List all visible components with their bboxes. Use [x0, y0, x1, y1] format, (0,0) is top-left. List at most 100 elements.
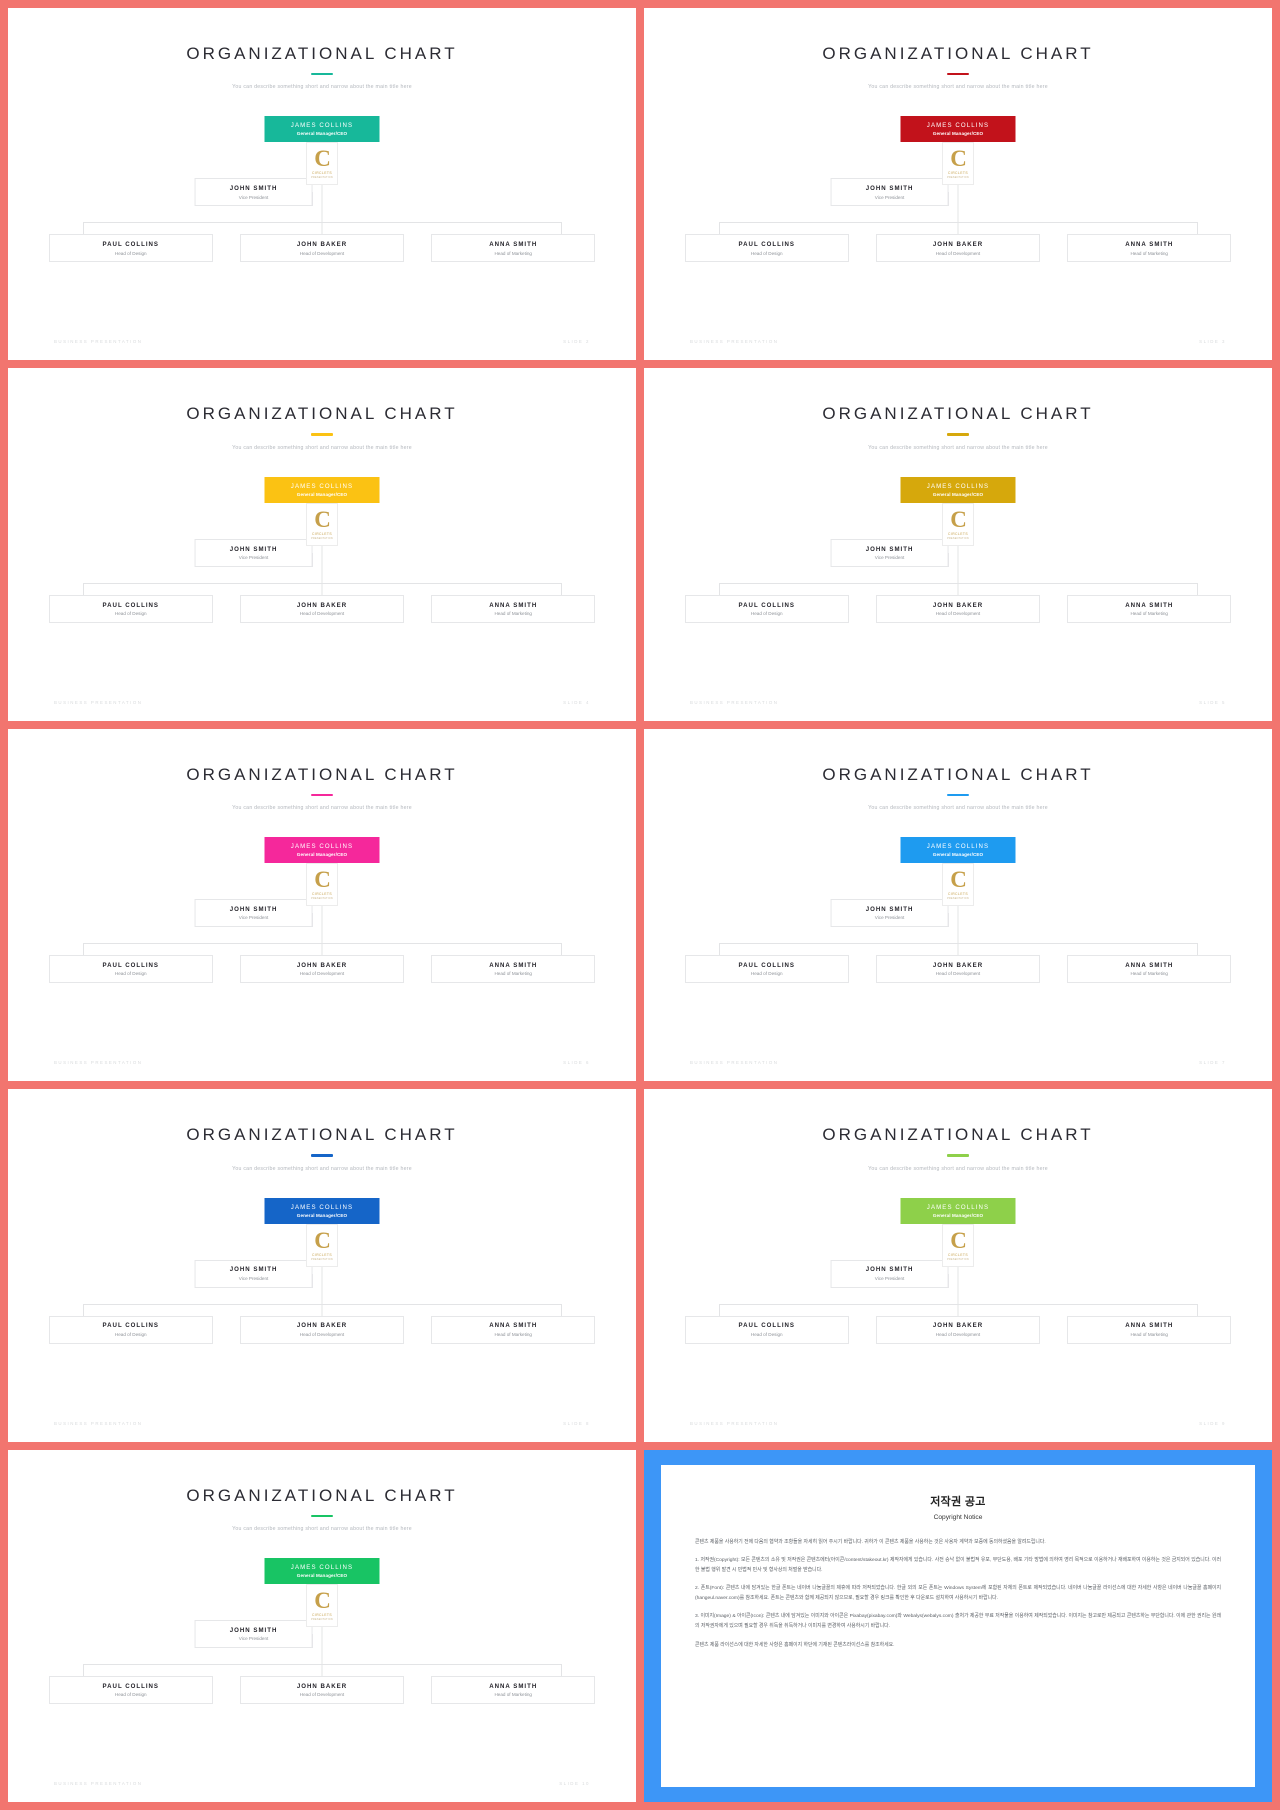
connector-branch-3: [1196, 222, 1198, 235]
org-node-report-1[interactable]: PAUL COLLINS Head of Design: [684, 1315, 849, 1344]
org-node-vp[interactable]: JOHN SMITH Vice President: [194, 538, 313, 567]
org-node-report-3[interactable]: ANNA SMITH Head of Marketing: [431, 955, 596, 984]
org-node-vp[interactable]: JOHN SMITH Vice President: [194, 1619, 313, 1648]
org-node-report-1[interactable]: PAUL COLLINS Head of Design: [684, 955, 849, 984]
org-node-vp-role: Vice President: [874, 555, 905, 561]
company-logo: C CIRCLETS PRESENTATION: [942, 1223, 974, 1267]
connector-branch-1: [83, 1303, 85, 1316]
slide-org-chart-1[interactable]: ORGANIZATIONAL CHART You can describe so…: [8, 8, 636, 361]
org-node-report-2[interactable]: JOHN BAKER Head of Development: [240, 1675, 404, 1704]
slide-thumbnail-grid: ORGANIZATIONAL CHART You can describe so…: [0, 0, 1280, 1810]
org-reports-row: PAUL COLLINS Head of Design JOHN BAKER H…: [8, 955, 636, 984]
org-node-report-1-role: Head of Design: [114, 1692, 147, 1698]
logo-line-2: PRESENTATION: [311, 176, 333, 180]
org-node-report-2-name: JOHN BAKER: [932, 241, 984, 249]
org-node-report-1[interactable]: PAUL COLLINS Head of Design: [48, 1675, 213, 1704]
org-node-report-2[interactable]: JOHN BAKER Head of Development: [876, 234, 1040, 263]
org-node-vp[interactable]: JOHN SMITH Vice President: [830, 178, 949, 207]
org-node-ceo[interactable]: JAMES COLLINS General Manager/CEO: [264, 476, 380, 503]
org-node-vp[interactable]: JOHN SMITH Vice President: [830, 538, 949, 567]
slide-org-chart-5[interactable]: ORGANIZATIONAL CHART You can describe so…: [8, 728, 636, 1082]
org-node-report-3-role: Head of Marketing: [1130, 971, 1168, 977]
org-node-report-2[interactable]: JOHN BAKER Head of Development: [876, 955, 1040, 984]
slide-copyright-notice[interactable]: 저작권 공고 Copyright Notice 콘텐츠 제품을 사용하기 전에 …: [644, 1449, 1272, 1802]
org-node-report-1[interactable]: PAUL COLLINS Head of Design: [48, 234, 213, 263]
slide-org-chart-2[interactable]: ORGANIZATIONAL CHART You can describe so…: [644, 8, 1272, 361]
org-node-report-2[interactable]: JOHN BAKER Head of Development: [240, 594, 404, 623]
org-node-report-2-name: JOHN BAKER: [932, 1322, 984, 1330]
org-node-ceo-role: General Manager/CEO: [932, 1212, 984, 1218]
page-title: ORGANIZATIONAL CHART: [186, 404, 458, 424]
org-node-report-2[interactable]: JOHN BAKER Head of Development: [240, 234, 404, 263]
slide-org-chart-8[interactable]: ORGANIZATIONAL CHART You can describe so…: [644, 1089, 1272, 1442]
org-node-report-1-name: PAUL COLLINS: [738, 241, 795, 249]
org-node-vp[interactable]: JOHN SMITH Vice President: [830, 899, 949, 928]
org-node-vp[interactable]: JOHN SMITH Vice President: [194, 1259, 313, 1288]
org-node-vp-role: Vice President: [238, 555, 269, 561]
org-node-report-2[interactable]: JOHN BAKER Head of Development: [876, 594, 1040, 623]
org-node-report-1-role: Head of Design: [750, 971, 783, 977]
org-node-vp[interactable]: JOHN SMITH Vice President: [830, 1259, 949, 1288]
org-node-ceo[interactable]: JAMES COLLINS General Manager/CEO: [264, 116, 380, 143]
org-node-report-3[interactable]: ANNA SMITH Head of Marketing: [1067, 594, 1232, 623]
org-node-report-3[interactable]: ANNA SMITH Head of Marketing: [1067, 234, 1232, 263]
connector-branch-1: [719, 222, 721, 235]
org-node-report-2-name: JOHN BAKER: [296, 1682, 348, 1690]
connector-branch-3: [1196, 1303, 1198, 1316]
org-node-report-1[interactable]: PAUL COLLINS Head of Design: [48, 594, 213, 623]
slide-org-chart-7[interactable]: ORGANIZATIONAL CHART You can describe so…: [8, 1089, 636, 1442]
logo-line-1: CIRCLETS: [948, 531, 968, 536]
connector-branch-1: [719, 943, 721, 956]
footer-left-label: BUSINESS PRESENTATION: [54, 1420, 143, 1426]
org-node-ceo[interactable]: JAMES COLLINS General Manager/CEO: [900, 1197, 1016, 1224]
org-node-report-3[interactable]: ANNA SMITH Head of Marketing: [431, 594, 596, 623]
org-node-report-1-name: PAUL COLLINS: [102, 961, 159, 969]
org-chart: JAMES COLLINS General Manager/CEO C CIRC…: [8, 90, 636, 270]
org-node-vp[interactable]: JOHN SMITH Vice President: [194, 178, 313, 207]
org-node-ceo[interactable]: JAMES COLLINS General Manager/CEO: [264, 1197, 380, 1224]
slide-org-chart-9[interactable]: ORGANIZATIONAL CHART You can describe so…: [8, 1449, 636, 1802]
org-node-ceo[interactable]: JAMES COLLINS General Manager/CEO: [900, 116, 1016, 143]
slide-org-chart-6[interactable]: ORGANIZATIONAL CHART You can describe so…: [644, 728, 1272, 1082]
title-accent-dash: [947, 433, 969, 436]
org-node-ceo[interactable]: JAMES COLLINS General Manager/CEO: [900, 476, 1016, 503]
org-node-vp-name: JOHN SMITH: [865, 185, 914, 193]
org-node-ceo[interactable]: JAMES COLLINS General Manager/CEO: [900, 837, 1016, 864]
slide-org-chart-4[interactable]: ORGANIZATIONAL CHART You can describe so…: [644, 368, 1272, 721]
org-node-vp-name: JOHN SMITH: [229, 1626, 278, 1634]
org-node-report-3-role: Head of Marketing: [494, 1692, 532, 1698]
org-node-report-2[interactable]: JOHN BAKER Head of Development: [240, 1315, 404, 1344]
org-node-report-3-name: ANNA SMITH: [489, 1322, 538, 1330]
logo-line-2: PRESENTATION: [947, 536, 969, 540]
org-chart: JAMES COLLINS General Manager/CEO C CIRC…: [8, 451, 636, 631]
logo-letter-c-icon: C: [314, 1588, 331, 1614]
connector-branch-2: [321, 582, 323, 595]
org-node-report-3[interactable]: ANNA SMITH Head of Marketing: [431, 1675, 596, 1704]
org-node-report-3[interactable]: ANNA SMITH Head of Marketing: [431, 234, 596, 263]
org-node-report-2[interactable]: JOHN BAKER Head of Development: [876, 1315, 1040, 1344]
org-node-ceo[interactable]: JAMES COLLINS General Manager/CEO: [264, 1557, 380, 1584]
org-node-ceo-name: JAMES COLLINS: [290, 1203, 354, 1211]
org-node-report-1[interactable]: PAUL COLLINS Head of Design: [684, 234, 849, 263]
org-node-report-1[interactable]: PAUL COLLINS Head of Design: [48, 955, 213, 984]
org-node-report-3[interactable]: ANNA SMITH Head of Marketing: [431, 1315, 596, 1344]
org-reports-row: PAUL COLLINS Head of Design JOHN BAKER H…: [644, 234, 1272, 263]
org-node-vp-name: JOHN SMITH: [229, 545, 278, 553]
logo-letter-c-icon: C: [950, 146, 967, 172]
org-node-report-2[interactable]: JOHN BAKER Head of Development: [240, 955, 404, 984]
slide-org-chart-3[interactable]: ORGANIZATIONAL CHART You can describe so…: [8, 368, 636, 721]
org-node-report-1[interactable]: PAUL COLLINS Head of Design: [684, 594, 849, 623]
connector-branch-2: [321, 943, 323, 956]
org-node-report-3[interactable]: ANNA SMITH Head of Marketing: [1067, 955, 1232, 984]
org-node-report-3-role: Head of Marketing: [1130, 1331, 1168, 1337]
connector-branch-3: [1196, 943, 1198, 956]
footer-slide-number: SLIDE 5: [1199, 699, 1226, 705]
org-node-report-1[interactable]: PAUL COLLINS Head of Design: [48, 1315, 213, 1344]
footer-slide-number: SLIDE 8: [563, 1420, 590, 1426]
org-reports-row: PAUL COLLINS Head of Design JOHN BAKER H…: [644, 1315, 1272, 1344]
org-node-report-3[interactable]: ANNA SMITH Head of Marketing: [1067, 1315, 1232, 1344]
footer-left-label: BUSINESS PRESENTATION: [54, 1060, 143, 1066]
org-node-vp[interactable]: JOHN SMITH Vice President: [194, 899, 313, 928]
org-node-ceo-role: General Manager/CEO: [296, 852, 348, 858]
org-node-ceo[interactable]: JAMES COLLINS General Manager/CEO: [264, 837, 380, 864]
